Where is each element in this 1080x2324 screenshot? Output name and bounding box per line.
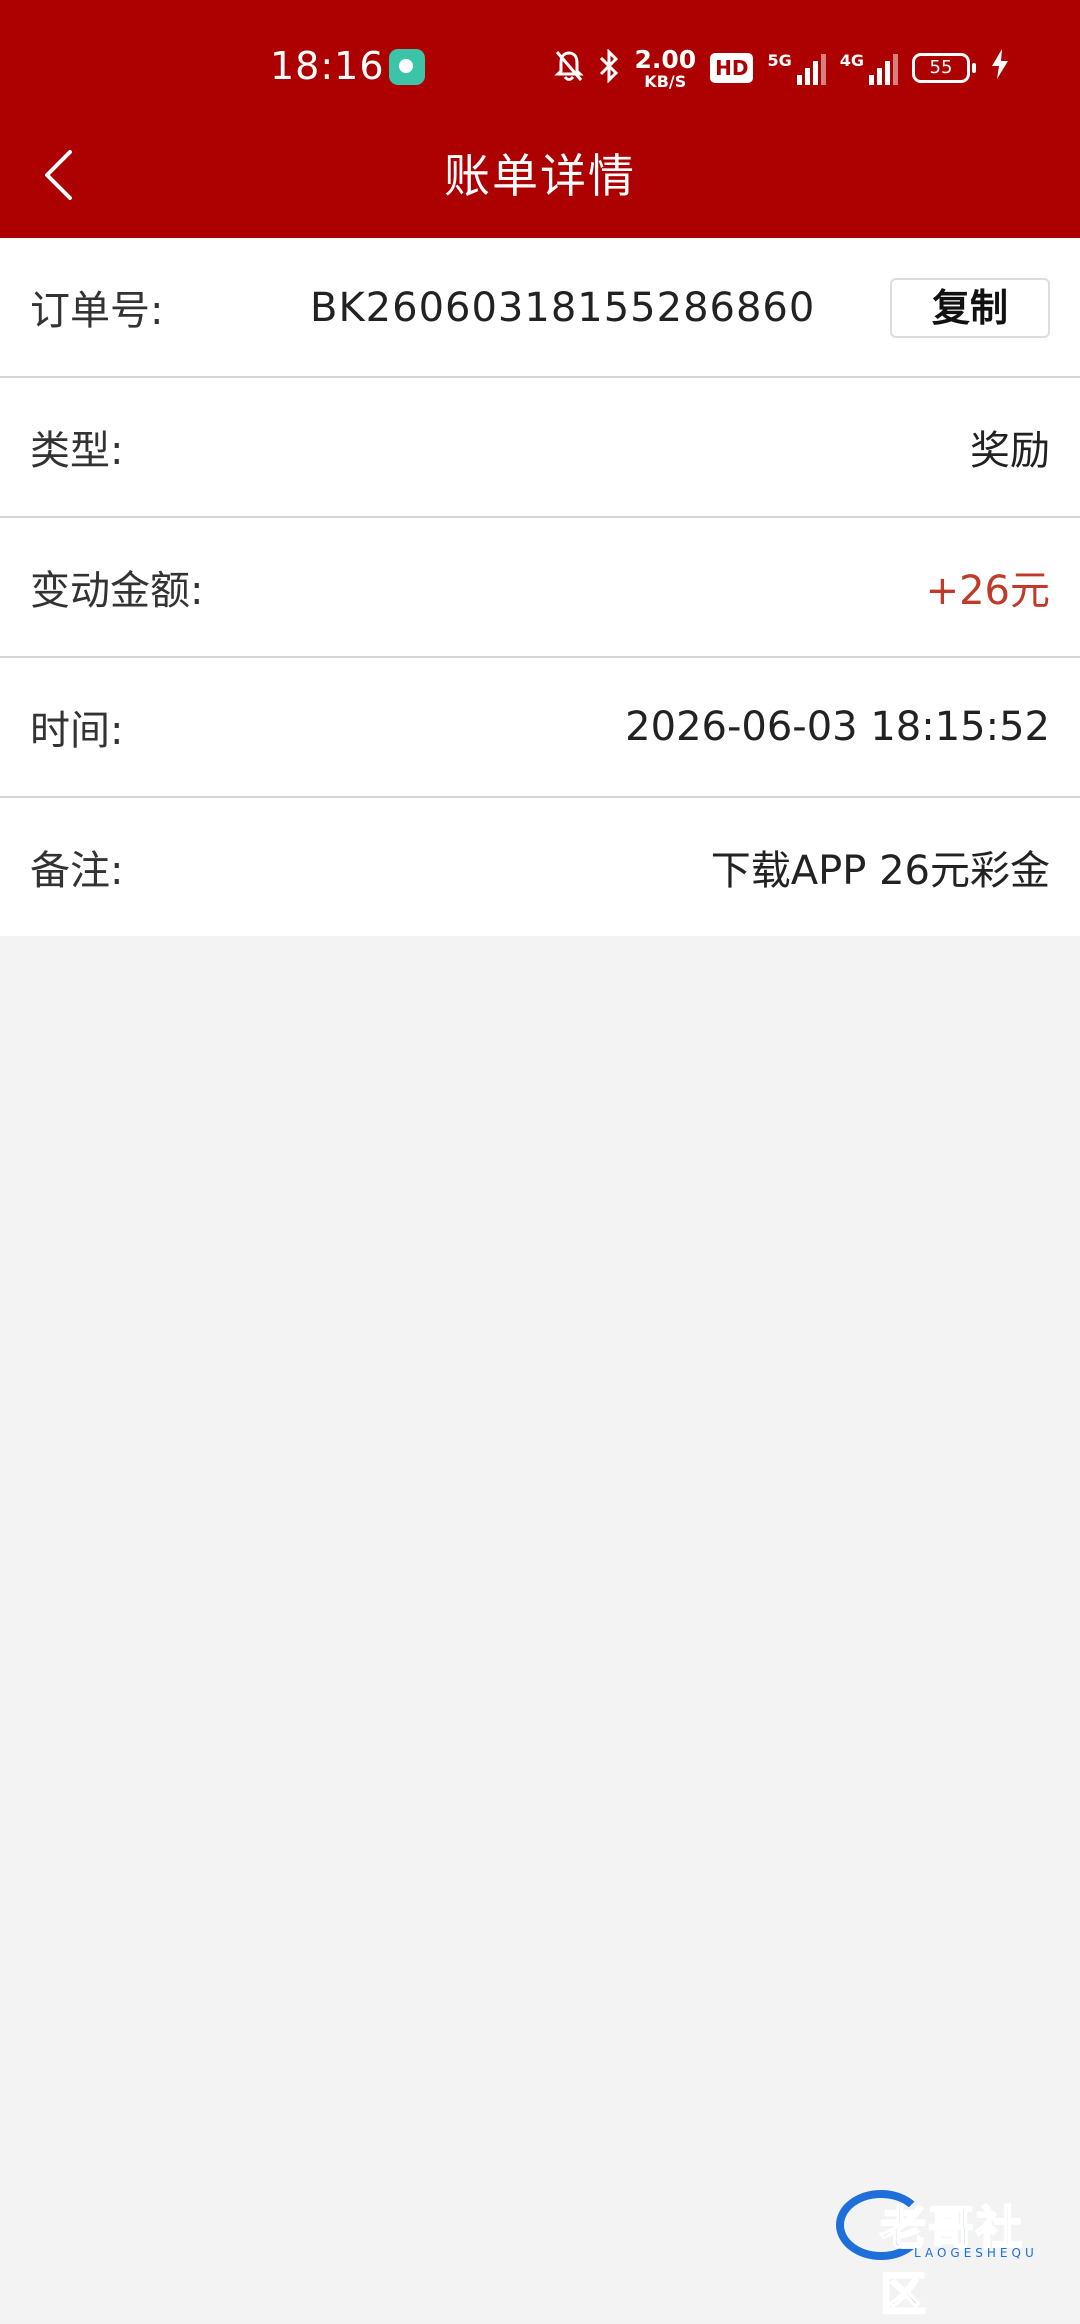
battery-icon: 55 — [912, 53, 970, 83]
remark-value: 下载APP 26元彩金 — [711, 838, 1050, 896]
bluetooth-icon — [598, 49, 620, 87]
type-label: 类型: — [30, 418, 123, 476]
charging-bolt-icon — [990, 48, 1010, 88]
page-title: 账单详情 — [0, 140, 1080, 212]
amount-value: +26元 — [926, 558, 1050, 616]
type-value: 奖励 — [970, 418, 1050, 476]
copy-button[interactable]: 复制 — [890, 278, 1050, 338]
order-number-value: BK26060318155286860 — [310, 238, 815, 378]
status-bar: 18:16 2.00 KB/S HD 5G — [0, 0, 1080, 130]
amount-row: 变动金额: +26元 — [0, 518, 1080, 658]
signal-5g-icon: 5G — [767, 51, 825, 85]
status-time: 18:16 — [270, 40, 385, 92]
status-icons: 2.00 KB/S HD 5G 4G 55 — [554, 40, 1010, 96]
bill-details-list: 订单号: BK26060318155286860 复制 类型: 奖励 变动金额:… — [0, 238, 1080, 936]
time-label: 时间: — [30, 698, 123, 756]
order-number-label: 订单号: — [30, 278, 163, 336]
network-speed: 2.00 KB/S — [634, 47, 696, 90]
mute-bell-icon — [554, 49, 584, 87]
remark-label: 备注: — [30, 838, 123, 896]
app-header: 18:16 2.00 KB/S HD 5G — [0, 0, 1080, 238]
watermark-logo: 老哥社区 LAOGESHEQU — [836, 2186, 1066, 2262]
hd-voice-badge: HD — [710, 53, 753, 83]
time-value: 2026-06-03 18:15:52 — [625, 704, 1050, 750]
amount-label: 变动金额: — [30, 558, 203, 616]
app-notification-icon — [389, 49, 425, 85]
remark-row: 备注: 下载APP 26元彩金 — [0, 798, 1080, 936]
watermark-subtext: LAOGESHEQU — [914, 2246, 1038, 2260]
order-number-row: 订单号: BK26060318155286860 复制 — [0, 238, 1080, 378]
type-row: 类型: 奖励 — [0, 378, 1080, 518]
time-row: 时间: 2026-06-03 18:15:52 — [0, 658, 1080, 798]
signal-4g-icon: 4G — [840, 51, 898, 85]
